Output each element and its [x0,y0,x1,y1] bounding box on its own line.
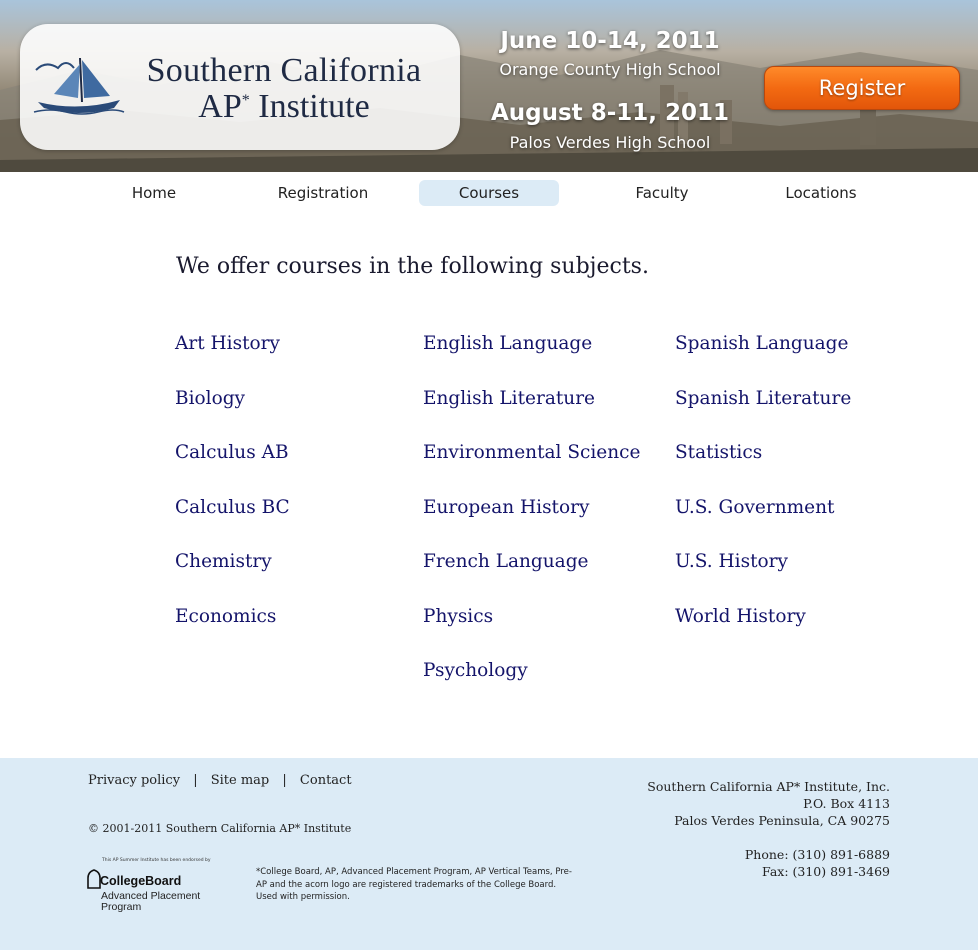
course-link-french-language[interactable]: French Language [423,548,640,603]
footer: Privacy policy | Site map | Contact © 20… [0,758,978,950]
course-column-2: English Language English Literature Envi… [423,330,640,712]
sailboat-emblem-icon [33,57,125,115]
footer-separator: | [193,773,198,788]
site-map-link[interactable]: Site map [211,773,270,788]
course-link-calculus-bc[interactable]: Calculus BC [175,494,290,549]
contact-link[interactable]: Contact [300,773,352,788]
course-column-1: Art History Biology Calculus AB Calculus… [175,330,290,657]
address-phone: Phone: (310) 891-6889 [744,847,890,862]
logo-title-line2: AP* Institute [198,88,370,125]
nav-locations[interactable]: Locations [770,180,872,206]
event-place-1: Orange County High School [499,60,721,79]
course-link-spanish-literature[interactable]: Spanish Literature [675,385,851,440]
course-link-us-history[interactable]: U.S. History [675,548,851,603]
event-date-1: June 10-14, 2011 [500,28,720,54]
page-intro: We offer courses in the following subjec… [176,254,649,279]
trademark-notice: *College Board, AP, Advanced Placement P… [256,867,572,902]
course-link-psychology[interactable]: Psychology [423,657,640,712]
register-button[interactable]: Register [764,66,960,110]
course-link-chemistry[interactable]: Chemistry [175,548,290,603]
nav-home[interactable]: Home [108,180,200,206]
mailing-address: Southern California AP* Institute, Inc. … [647,778,890,880]
event-date-2: August 8-11, 2011 [490,100,730,126]
header-banner: Southern California AP* Institute June 1… [0,0,978,172]
course-link-english-literature[interactable]: English Literature [423,385,640,440]
footer-separator: | [282,773,287,788]
course-link-english-language[interactable]: English Language [423,330,640,385]
nav-courses[interactable]: Courses [419,180,559,206]
copyright-text: © 2001-2011 Southern California AP* Inst… [88,822,352,835]
course-link-statistics[interactable]: Statistics [675,439,851,494]
college-board-logo: This AP Summer Institute has been endors… [86,858,216,916]
nav-faculty[interactable]: Faculty [612,180,712,206]
site-logo[interactable]: Southern California AP* Institute [20,24,460,150]
course-column-3: Spanish Language Spanish Literature Stat… [675,330,851,657]
course-link-physics[interactable]: Physics [423,603,640,658]
main-nav: Home Registration Courses Faculty Locati… [0,172,978,212]
address-city: Palos Verdes Peninsula, CA 90275 [674,813,890,828]
course-link-european-history[interactable]: European History [423,494,640,549]
address-fax: Fax: (310) 891-3469 [762,864,890,879]
course-link-economics[interactable]: Economics [175,603,290,658]
address-org: Southern California AP* Institute, Inc. [647,779,890,794]
course-link-spanish-language[interactable]: Spanish Language [675,330,851,385]
course-link-biology[interactable]: Biology [175,385,290,440]
course-link-art-history[interactable]: Art History [175,330,290,385]
footer-links: Privacy policy | Site map | Contact [88,773,352,788]
nav-registration[interactable]: Registration [262,180,384,206]
course-link-environmental-science[interactable]: Environmental Science [423,439,640,494]
privacy-policy-link[interactable]: Privacy policy [88,773,180,788]
course-link-us-government[interactable]: U.S. Government [675,494,851,549]
course-link-calculus-ab[interactable]: Calculus AB [175,439,290,494]
logo-title-line1: Southern California [146,52,422,89]
course-link-world-history[interactable]: World History [675,603,851,658]
event-place-2: Palos Verdes High School [509,133,711,152]
address-box: P.O. Box 4113 [803,796,890,811]
